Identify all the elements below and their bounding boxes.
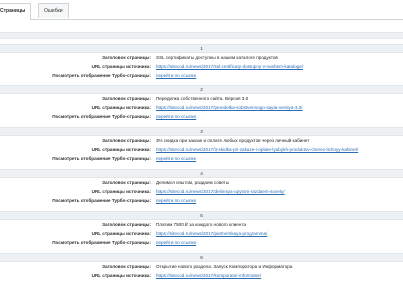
preview-label: Посмотреть отображение Турбо-страницы: xyxy=(52,73,151,78)
page-title-value: Переделка собственного сайта. Версия 3.0 xyxy=(156,96,249,101)
preview-link[interactable]: перейти по ссылке xyxy=(156,197,196,204)
tab-bar: Страницы Ошибки xyxy=(0,0,403,20)
record-number: 5 xyxy=(0,211,403,220)
preview-label: Посмотреть отображение Турбо-страницы: xyxy=(52,156,151,161)
url-label: URL страницы источника: xyxy=(91,273,151,278)
url-label: URL страницы источника: xyxy=(91,189,151,194)
page-title-value: Делимся опытом, раздаем советы xyxy=(156,180,230,185)
preview-link[interactable]: перейти по ссылке xyxy=(156,239,196,246)
record-number: 6 xyxy=(0,253,403,262)
url-label: URL страницы источника: xyxy=(91,105,151,110)
page-title-value: 3% скидка при заказе и оплате любых прод… xyxy=(156,138,310,143)
preview-link[interactable]: перейти по ссылке xyxy=(156,113,196,120)
url-label: URL страницы источника: xyxy=(91,231,151,236)
source-url-link[interactable]: https://sitecod.ru/news/2017/peredelka-s… xyxy=(156,104,303,111)
title-label: Заголовок страницы: xyxy=(102,180,151,185)
title-label: Заголовок страницы: xyxy=(102,96,151,101)
source-url-link[interactable]: https://sitecod.ru/news/2017/delimsya-op… xyxy=(156,188,285,195)
source-url-link[interactable]: https://sitecod.ru/news/2017/3-skidka-pr… xyxy=(156,146,358,153)
source-url-link[interactable]: https://sitecod.ru/news/2017/komporator-… xyxy=(156,272,261,279)
preview-link[interactable]: перейти по ссылке xyxy=(156,155,196,162)
pages-panel: 1 Заголовок страницы: SSL сертификаты дос… xyxy=(0,20,403,294)
record-number: 4 xyxy=(0,169,403,178)
page-title-value: Платим 7500 ₽ за каждого нового клиента xyxy=(156,222,246,227)
record-number: 3 xyxy=(0,127,403,136)
preview-label: Посмотреть отображение Турбо-страницы: xyxy=(52,198,151,203)
page-title-value: SSL сертификаты доступны в нашем каталог… xyxy=(156,55,278,60)
record-number: 2 xyxy=(0,85,403,94)
panel-header-bar xyxy=(0,32,403,39)
title-label: Заголовок страницы: xyxy=(102,55,151,60)
preview-label: Посмотреть отображение Турбо-страницы: xyxy=(52,240,151,245)
preview-link[interactable]: перейти по ссылке xyxy=(156,72,196,79)
tab-pages[interactable]: Страницы xyxy=(0,3,32,20)
page-title-value: Открытие нового раздела. Запуск Компорат… xyxy=(156,264,293,269)
title-label: Заголовок страницы: xyxy=(102,138,151,143)
title-label: Заголовок страницы: xyxy=(102,264,151,269)
url-label: URL страницы источника: xyxy=(91,64,151,69)
preview-label: Посмотреть отображение Турбо-страницы: xyxy=(52,114,151,119)
url-label: URL страницы источника: xyxy=(91,147,151,152)
title-label: Заголовок страницы: xyxy=(102,222,151,227)
tab-errors[interactable]: Ошибки xyxy=(38,3,69,18)
source-url-link[interactable]: https://sitecod.ru/news/2017/partnerskay… xyxy=(156,230,267,237)
source-url-link[interactable]: https://sitecod.ru/news/2017/ssl-certifi… xyxy=(156,63,303,70)
record-number: 1 xyxy=(0,44,403,53)
